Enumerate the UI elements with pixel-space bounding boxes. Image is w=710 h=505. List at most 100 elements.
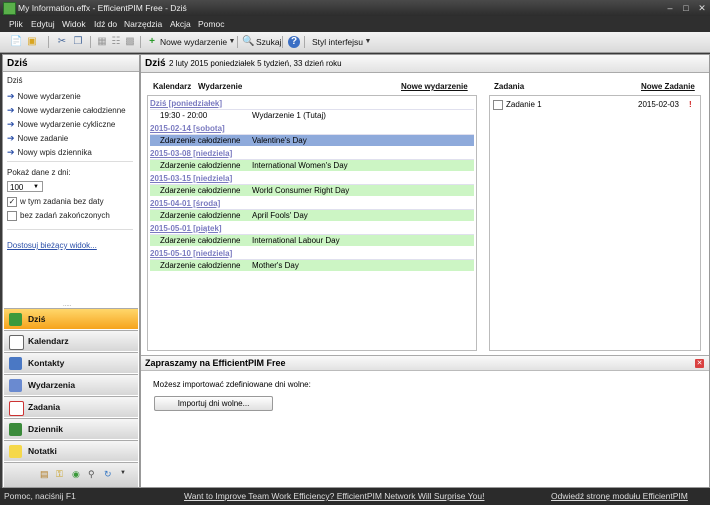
task-row[interactable]: Zadanie 1 2015-02-03 ! [492,99,698,111]
delete-icon[interactable]: ☷ [110,36,122,48]
event-row[interactable]: Zdarzenie całodzienne International Women… [150,160,474,171]
nav-label: Notatki [28,446,57,456]
status-help: Pomoc, naciśnij F1 [4,491,76,501]
help-icon[interactable]: ? [288,36,300,48]
new-event-button[interactable]: Nowe wydarzenie [158,35,229,49]
task-new-recurring-event[interactable]: ➔ Nowe wydarzenie cykliczne [7,119,115,130]
menu-tools[interactable]: Narzędzia [124,19,162,29]
menu-action[interactable]: Akcja [170,19,191,29]
print-icon[interactable]: ▩ [124,36,136,48]
event-time: Zdarzenie całodzienne [160,136,241,145]
copy-icon[interactable]: ❐ [72,36,84,48]
customize-view-link[interactable]: Dostosuj bieżący widok... [7,241,97,250]
close-button[interactable]: ✕ [696,3,708,13]
toolbar-separator [282,36,283,48]
event-desc: Mother's Day [252,261,299,270]
events-icon [9,379,22,392]
new-task-link[interactable]: Nowe Zadanie [641,82,695,91]
include-undated-checkbox[interactable]: ✓ w tym zadania bez daty [7,197,104,207]
minimize-button[interactable]: – [664,3,676,13]
module-link[interactable]: Odwiedź stronę modułu EfficientPIM [551,488,688,505]
window-title: My Information.effx - EfficientPIM Free … [18,3,187,13]
event-desc: International Labour Day [252,236,340,245]
key-icon[interactable]: ⚿ [56,469,63,480]
arrow-right-icon: ➔ [7,105,15,115]
maximize-button[interactable]: □ [680,3,692,13]
welcome-text: Możesz importować zdefiniowane dni wolne… [153,380,311,389]
chevron-down-icon[interactable]: ▼ [362,36,374,48]
date-header[interactable]: 2015-02-14 [sobota] [150,123,474,135]
exclude-completed-checkbox[interactable]: bez zadań zakończonych [7,211,110,221]
event-row-selected[interactable]: Zdarzenie całodzienne Valentine's Day [150,135,474,146]
task-label: Nowy wpis dziennika [17,148,92,157]
toolbar-separator [140,36,141,48]
nav-journal[interactable]: Dziennik [4,418,138,439]
left-panel: Dziś Dziś ➔ Nowe wydarzenie ➔ Nowe wydarze… [2,54,140,488]
title-bar: My Information.effx - EfficientPIM Free … [0,0,710,16]
toolbar: 📄 ▣ ✂ ❐ ▦ ☷ ▩ + Nowe wydarzenie ▼ 🔍 Szuk… [0,32,710,53]
nav-label: Wydarzenia [28,380,76,390]
home-icon [9,313,22,326]
event-row[interactable]: 19:30 - 20:00 Wydarzenie 1 (Tutaj) [150,110,474,121]
menu-help[interactable]: Pomoc [198,19,224,29]
search-icon: 🔍 [242,36,255,47]
event-row[interactable]: Zdarzenie całodzienne April Fools' Day [150,210,474,221]
event-row[interactable]: Zdarzenie całodzienne World Consumer Righ… [150,185,474,196]
checkbox-label: w tym zadania bez daty [20,197,104,207]
calendar-column-header: Kalendarz [153,82,192,91]
interface-style-button[interactable]: Styl interfejsu [310,35,365,49]
chevron-down-icon[interactable]: ▼ [120,470,126,476]
nav-calendar[interactable]: Kalendarz [4,330,138,351]
nav-today[interactable]: Dziś [4,308,138,329]
event-row[interactable]: Zdarzenie całodzienne International Labou… [150,235,474,246]
event-time: Zdarzenie całodzienne [160,236,241,245]
search-icon[interactable]: ⚲ [88,469,95,480]
nav-events[interactable]: Wydarzenia [4,374,138,395]
checkbox-icon[interactable] [493,100,503,110]
nav-label: Dziś [28,314,46,324]
paste-icon[interactable]: ▦ [96,36,108,48]
date-header[interactable]: Dziś [poniedziałek] [150,98,474,110]
task-new-allday-event[interactable]: ➔ Nowe wydarzenie całodzienne [7,105,126,116]
cut-icon[interactable]: ✂ [56,36,68,48]
arrow-right-icon: ➔ [7,91,15,101]
task-name: Zadanie 1 [506,100,542,109]
search-button[interactable]: Szukaj [254,35,284,49]
arrow-right-icon: ➔ [7,133,15,143]
date-header[interactable]: 2015-04-01 [środa] [150,198,474,210]
chevron-down-icon: ▼ [33,184,39,190]
date-header[interactable]: 2015-03-08 [niedziela] [150,148,474,160]
event-desc: International Women's Day [252,161,348,170]
nav-notes[interactable]: Notatki [4,440,138,461]
task-new-journal-entry[interactable]: ➔ Nowy wpis dziennika [7,147,92,158]
section-label: Dziś [7,76,23,85]
open-folder-icon[interactable]: ▣ [26,36,38,48]
days-select[interactable]: 100 ▼ [7,181,43,192]
nav-mini-bar: ▤ ⚿ ◉ ⚲ ↻ ▼ [4,462,138,487]
event-row[interactable]: Zdarzenie całodzienne Mother's Day [150,260,474,271]
sync-icon[interactable]: ↻ [104,469,112,480]
calendar-icon [9,335,24,350]
tasks-column-header: Zadania [494,82,525,91]
menu-goto[interactable]: Idź do [94,19,117,29]
new-document-icon[interactable]: 📄 [10,36,22,48]
menu-view[interactable]: Widok [62,19,86,29]
date-header[interactable]: 2015-05-10 [niedziela] [150,248,474,260]
date-header[interactable]: 2015-03-15 [niedziela] [150,173,474,185]
nav-tasks[interactable]: Zadania [4,396,138,417]
menu-edit[interactable]: Edytuj [31,19,55,29]
task-new-event[interactable]: ➔ Nowe wydarzenie [7,91,81,102]
welcome-title: Zapraszamy na EfficientPIM Free [141,356,709,371]
import-holidays-button[interactable]: Importuj dni wolne... [154,396,273,411]
task-new-task[interactable]: ➔ Nowe zadanie [7,133,68,144]
clipboard-icon[interactable]: ▤ [40,469,49,480]
globe-icon[interactable]: ◉ [72,469,80,480]
promo-link[interactable]: Want to Improve Team Work Efficiency? Ef… [184,488,484,505]
menu-file[interactable]: Plik [9,19,23,29]
days-value: 100 [10,183,24,192]
close-icon[interactable]: ✕ [695,359,704,368]
nav-contacts[interactable]: Kontakty [4,352,138,373]
page-title: Dziś [145,58,166,69]
new-event-link[interactable]: Nowe wydarzenie [401,82,468,91]
date-header[interactable]: 2015-05-01 [piątek] [150,223,474,235]
